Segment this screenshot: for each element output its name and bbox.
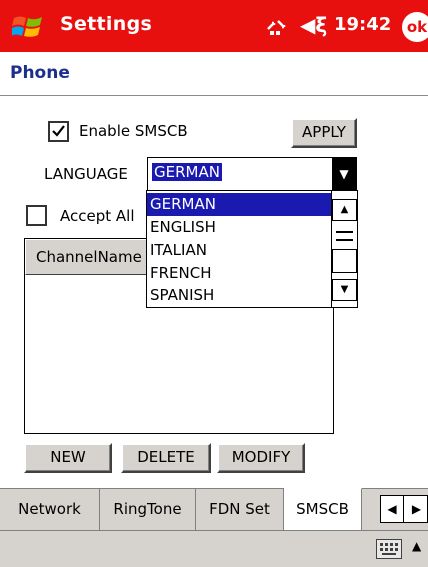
connectivity-icon[interactable] — [264, 13, 290, 39]
ok-button[interactable]: ok — [402, 12, 428, 42]
apply-button[interactable]: APPLY — [291, 118, 357, 148]
language-option-english[interactable]: ENGLISH — [147, 216, 331, 239]
scroll-thumb[interactable] — [336, 231, 353, 241]
tab-fdn-set[interactable]: FDN Set — [196, 489, 284, 530]
column-header-label: ChannelName — [36, 248, 142, 266]
enable-smscb-label: Enable SMSCB — [79, 122, 188, 140]
language-combobox[interactable]: GERMAN ▼ — [147, 157, 357, 191]
tab-right-arrow-icon[interactable]: ▶ — [405, 496, 428, 522]
new-button[interactable]: NEW — [24, 443, 112, 473]
dropdown-arrow-icon[interactable]: ▼ — [332, 158, 356, 190]
delete-button[interactable]: DELETE — [121, 443, 211, 473]
volume-icon[interactable]: ◀ξ — [300, 13, 327, 37]
input-panel-arrow-icon[interactable]: ▲ — [412, 539, 421, 553]
language-value: GERMAN — [152, 163, 222, 181]
scroll-down-icon[interactable]: ▼ — [332, 279, 357, 301]
scroll-track[interactable] — [332, 249, 357, 273]
windows-flag-icon[interactable] — [11, 14, 44, 40]
tab-ringtone[interactable]: RingTone — [100, 489, 196, 530]
checkmark-icon — [52, 125, 65, 137]
tab-left-arrow-icon[interactable]: ◀ — [381, 496, 404, 522]
language-option-spanish[interactable]: SPANISH — [147, 284, 331, 307]
language-label: LANGUAGE — [44, 165, 128, 183]
page-title: Phone — [10, 63, 70, 83]
accept-all-label: Accept All — [60, 207, 135, 225]
enable-smscb-checkbox[interactable] — [48, 121, 69, 142]
command-bar: ▲ — [0, 530, 428, 567]
tab-network[interactable]: Network — [0, 489, 100, 530]
page-header: Phone — [0, 52, 428, 96]
tab-scroll-arrows[interactable]: ◀ ▶ — [380, 495, 428, 523]
app-title: Settings — [60, 13, 153, 35]
language-option-german[interactable]: GERMAN — [147, 193, 331, 216]
language-option-italian[interactable]: ITALIAN — [147, 239, 331, 262]
keyboard-icon[interactable] — [376, 539, 402, 559]
language-option-french[interactable]: FRENCH — [147, 262, 331, 285]
title-bar: Settings ◀ξ 19:42 ok — [0, 0, 428, 52]
tab-bar: Network RingTone FDN Set SMSCB ◀ ▶ — [0, 488, 428, 530]
dropdown-scrollbar[interactable]: ▲ ▼ — [331, 191, 357, 307]
tab-smscb[interactable]: SMSCB — [284, 488, 362, 530]
clock[interactable]: 19:42 — [334, 14, 391, 35]
language-dropdown-list[interactable]: GERMAN ENGLISH ITALIAN FRENCH SPANISH ▲ … — [146, 190, 358, 308]
accept-all-checkbox[interactable] — [26, 205, 47, 226]
modify-button[interactable]: MODIFY — [217, 443, 305, 473]
scroll-up-icon[interactable]: ▲ — [332, 199, 357, 221]
